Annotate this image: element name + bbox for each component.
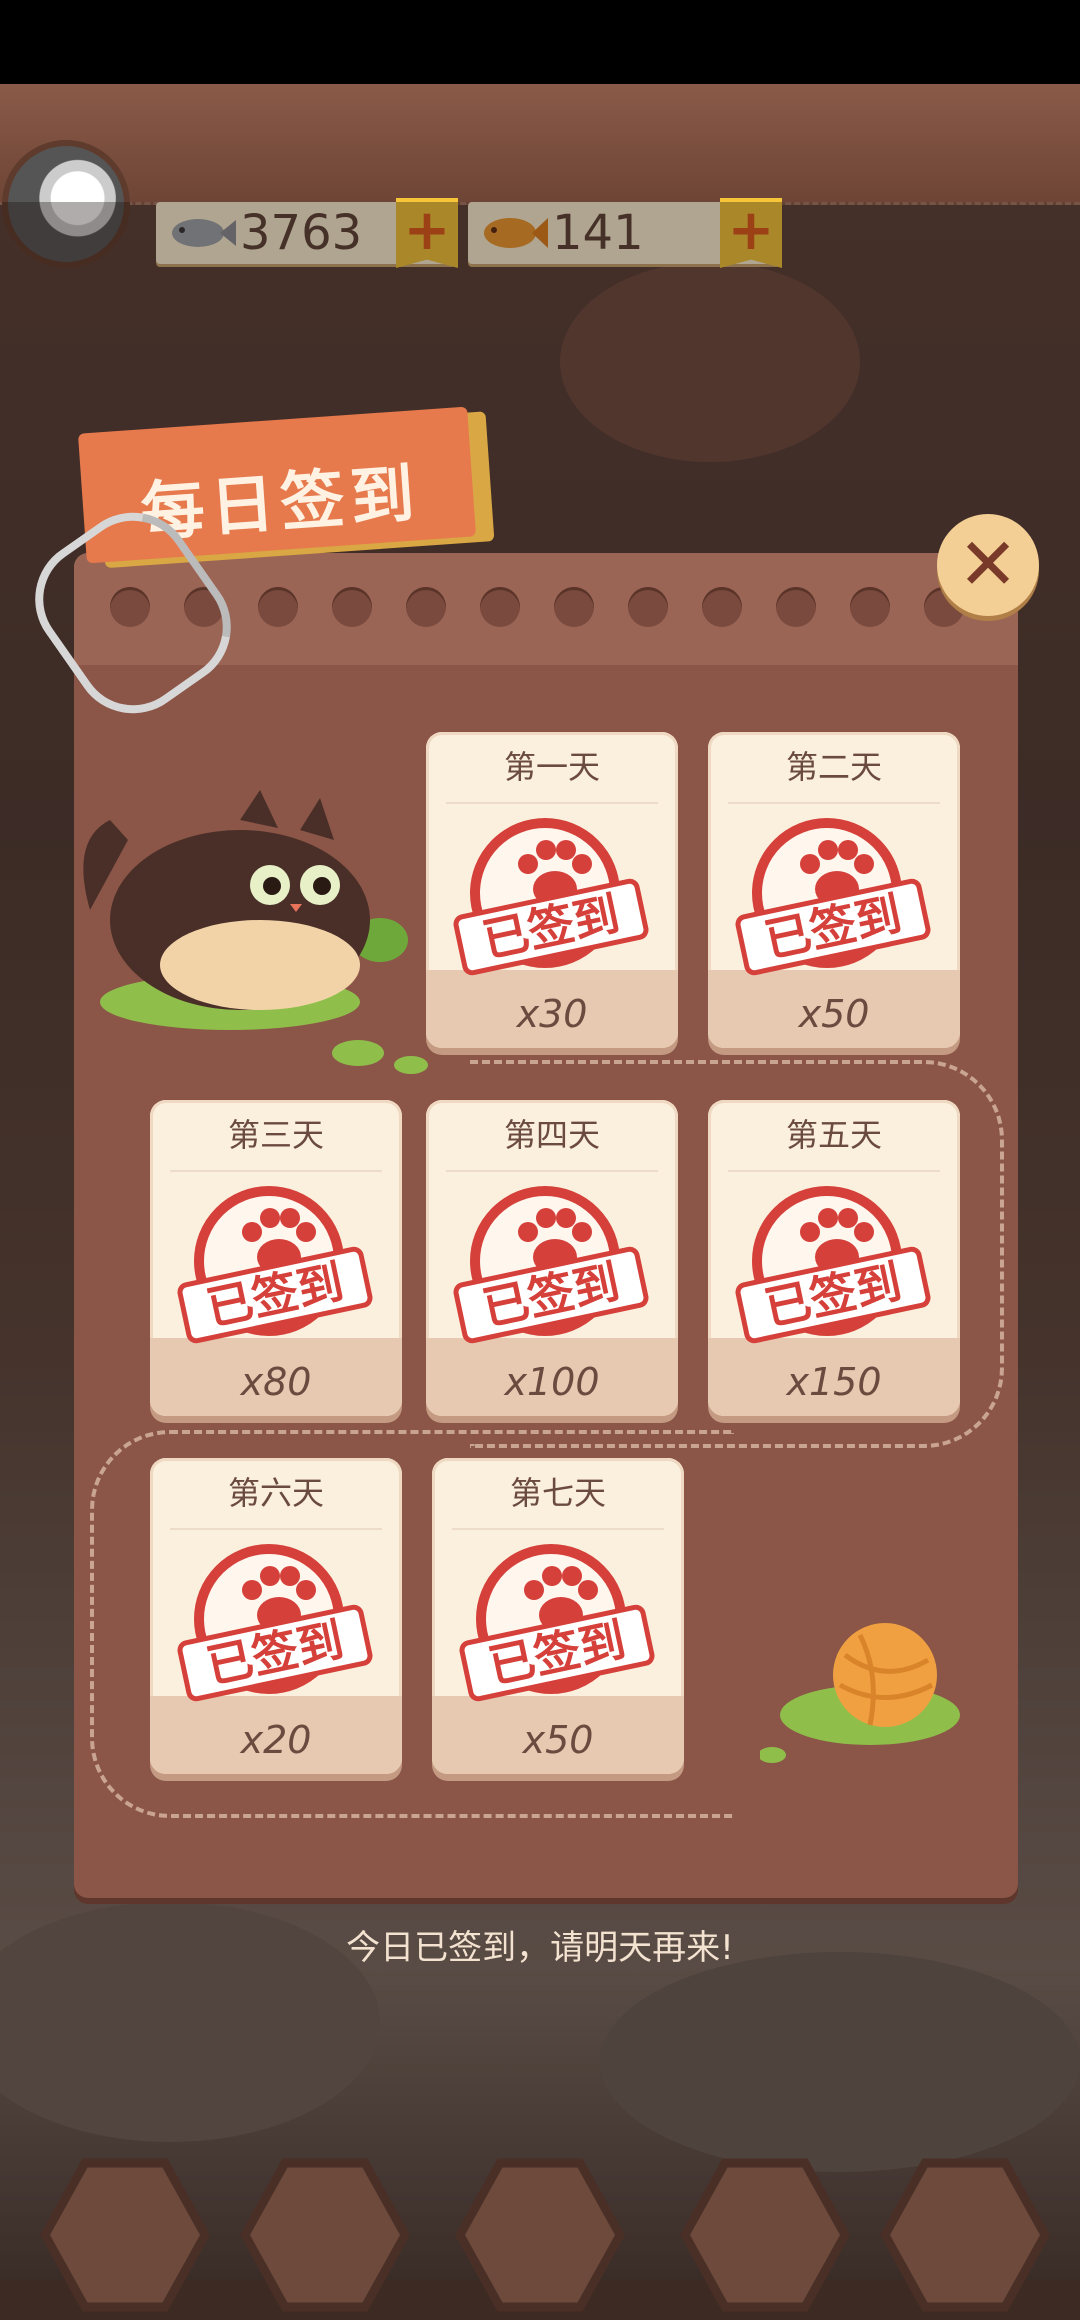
day-card-3: 第三天 已签到 x80 — [150, 1100, 402, 1416]
grass-patch — [394, 1056, 428, 1074]
day-card-1: 第一天 已签到 x30 — [426, 732, 678, 1048]
day-card-5: 第五天 已签到 x150 — [708, 1100, 960, 1416]
day-label: 第四天 — [503, 1116, 600, 1154]
day-label: 第七天 — [509, 1474, 606, 1512]
day-label: 第三天 — [227, 1116, 324, 1154]
reward-amount: x20 — [240, 1718, 312, 1762]
signed-stamp: 已签到 — [733, 810, 933, 988]
reward-amount: x150 — [786, 1360, 882, 1404]
reward-amount: x50 — [798, 992, 870, 1036]
day-label: 第五天 — [785, 1116, 882, 1154]
signed-stamp: 已签到 — [733, 1178, 933, 1356]
day-label: 第二天 — [785, 748, 882, 786]
top-bar — [0, 84, 1080, 205]
day-card-7: 第七天 已签到 x50 — [432, 1458, 684, 1774]
nav-slot-1[interactable] — [40, 2158, 210, 2312]
yarn-ball-illustration — [760, 1623, 960, 1763]
grass-patch — [332, 1040, 384, 1066]
reward-amount: x80 — [240, 1360, 312, 1404]
close-icon: ✕ — [957, 522, 1019, 606]
day-card-4: 第四天 已签到 x100 — [426, 1100, 678, 1416]
bottom-nav — [0, 2130, 1080, 2312]
reward-amount: x50 — [522, 1718, 594, 1762]
day-label: 第六天 — [227, 1474, 324, 1512]
signed-today-message: 今日已签到，请明天再来! — [346, 1928, 734, 1968]
signed-stamp: 已签到 — [175, 1536, 375, 1714]
signed-stamp: 已签到 — [451, 1178, 651, 1356]
signed-stamp: 已签到 — [451, 810, 651, 988]
nav-slot-4[interactable] — [680, 2158, 850, 2312]
day-label: 第一天 — [503, 748, 600, 786]
status-bar — [0, 0, 1080, 84]
nav-slot-3[interactable] — [455, 2158, 625, 2312]
nav-slot-5[interactable] — [880, 2158, 1050, 2312]
close-button[interactable]: ✕ — [937, 514, 1039, 616]
nav-slot-2[interactable] — [240, 2158, 410, 2312]
cat-illustration — [83, 790, 408, 1030]
day-card-2: 第二天 已签到 x50 — [708, 732, 960, 1048]
reward-amount: x100 — [504, 1360, 600, 1404]
reward-amount: x30 — [516, 992, 588, 1036]
signed-stamp: 已签到 — [457, 1536, 657, 1714]
day-card-6: 第六天 已签到 x20 — [150, 1458, 402, 1774]
signed-stamp: 已签到 — [175, 1178, 375, 1356]
